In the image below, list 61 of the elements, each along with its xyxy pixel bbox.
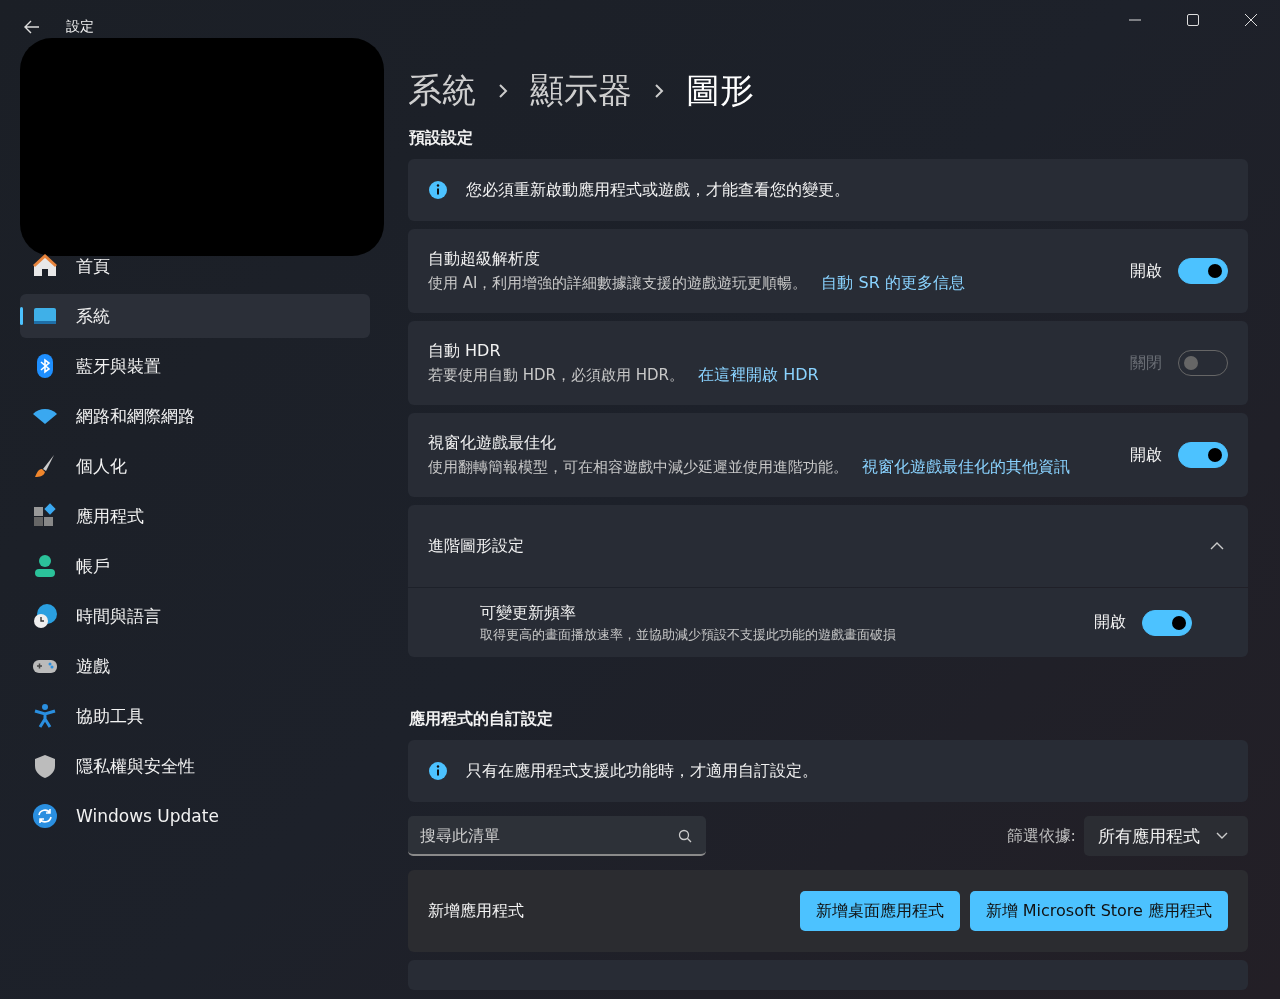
setting-title: 可變更新頻率	[480, 602, 577, 624]
sidebar-item[interactable]: 時間與語言	[20, 594, 370, 638]
sidebar-item[interactable]: 隱私權與安全性	[20, 744, 370, 788]
learn-more-link[interactable]: 視窗化遊戲最佳化的其他資訊	[862, 456, 1070, 478]
close-icon[interactable]	[1244, 13, 1258, 27]
maximize-icon[interactable]	[1186, 13, 1200, 27]
sidebar-item[interactable]: 遊戲	[20, 644, 370, 688]
globe-icon	[32, 603, 58, 629]
toggle-switch[interactable]	[1142, 609, 1192, 636]
add-app-button[interactable]: 新增桌面應用程式	[799, 891, 960, 932]
add-app-label: 新增應用程式	[428, 900, 524, 922]
expander-header[interactable]: 進階圖形設定	[408, 505, 1248, 587]
sidebar-item[interactable]: 系統	[20, 294, 370, 338]
setting-title: 自動超級解析度	[428, 248, 541, 270]
section-heading: 應用程式的自訂設定	[409, 709, 554, 731]
toggle-switch[interactable]	[1178, 442, 1228, 468]
add-app-button[interactable]: 新增 Microsoft Store 應用程式	[969, 891, 1228, 932]
accessibility-icon	[32, 703, 58, 729]
expander-title: 進階圖形設定	[428, 535, 524, 557]
sidebar-item[interactable]: 協助工具	[20, 694, 370, 738]
toggle-switch[interactable]	[1178, 258, 1228, 284]
update-icon	[32, 803, 58, 829]
sidebar-item[interactable]: 首頁	[20, 244, 370, 288]
sidebar-item[interactable]: Windows Update	[20, 794, 370, 838]
info-text: 您必須重新啟動應用程式或遊戲，才能查看您的變更。	[466, 179, 850, 201]
sidebar-item[interactable]: 帳戶	[20, 544, 370, 588]
home-icon	[32, 253, 58, 279]
setting-description: 取得更高的畫面播放速率，並協助減少預設不支援此功能的遊戲畫面破損	[480, 625, 896, 644]
sidebar-item[interactable]: 應用程式	[20, 494, 370, 538]
toggle-state-label: 開啟	[1130, 260, 1162, 282]
toggle-state-label: 關閉	[1130, 352, 1162, 374]
shield-icon	[32, 753, 58, 779]
setting-title: 自動 HDR	[428, 340, 502, 362]
section-heading: 預設設定	[409, 128, 474, 149]
caret-icon	[1216, 832, 1228, 841]
setting-description: 使用翻轉簡報模型，可在相容遊戲中減少延遲並使用進階功能。	[428, 457, 848, 478]
setting-description: 若要使用自動 HDR，必須啟用 HDR。	[428, 365, 685, 386]
breadcrumb-link[interactable]: 系統	[408, 68, 476, 114]
info-text: 只有在應用程式支援此功能時，才適用自訂設定。	[466, 760, 818, 782]
person-icon	[32, 553, 58, 579]
page-title: 圖形	[686, 69, 754, 112]
chevron-right-icon	[654, 83, 664, 99]
window-title: 設定	[66, 18, 94, 36]
info-icon	[428, 180, 448, 200]
setting-description: 使用 AI，利用增強的詳細數據讓支援的遊戲遊玩更順暢。	[428, 273, 808, 294]
toggle-state-label: 開啟	[1094, 612, 1126, 634]
filter-dropdown[interactable]: 所有應用程式	[1084, 816, 1248, 857]
search-field[interactable]: 搜尋此清單	[408, 816, 706, 857]
chevron-right-icon	[498, 83, 508, 99]
toggle-state-label: 開啟	[1130, 444, 1162, 466]
sidebar-item[interactable]: 網路和網際網路	[20, 394, 370, 438]
filter-label: 篩選依據:	[1006, 825, 1076, 847]
setting-title: 視窗化遊戲最佳化	[428, 432, 557, 454]
sidebar-item[interactable]: 個人化	[20, 444, 370, 488]
learn-more-link[interactable]: 自動 SR 的更多信息	[821, 272, 965, 294]
breadcrumb-link[interactable]: 顯示器	[530, 68, 632, 114]
apps-icon	[32, 503, 58, 529]
info-icon	[428, 761, 448, 782]
search-icon	[678, 829, 692, 844]
sidebar-item[interactable]: 藍牙與裝置	[20, 344, 370, 388]
back-icon[interactable]	[24, 20, 40, 34]
